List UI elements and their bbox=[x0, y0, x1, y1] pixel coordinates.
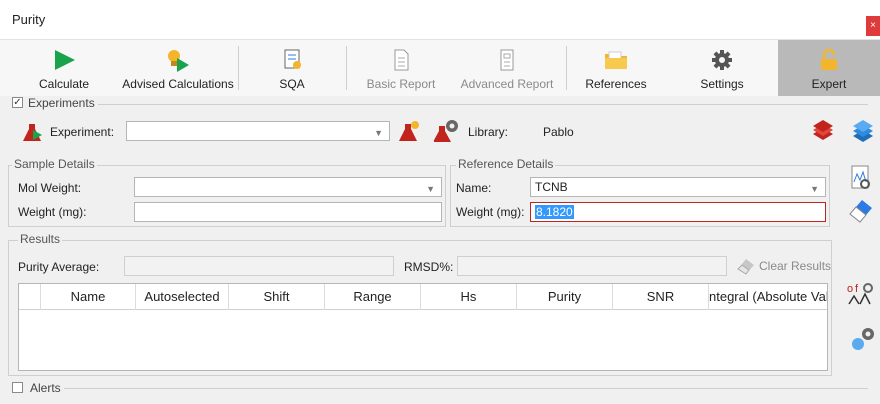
mol-weight-label: Mol Weight: bbox=[18, 181, 82, 195]
reference-weight-input[interactable]: 8.1820 bbox=[530, 202, 826, 222]
library-books-icon[interactable] bbox=[810, 120, 836, 144]
reference-name-value: TCNB bbox=[535, 180, 568, 194]
column-header-purity[interactable]: Purity bbox=[517, 284, 613, 310]
sqa-icon bbox=[284, 49, 301, 69]
eraser-icon[interactable] bbox=[846, 196, 876, 224]
basic-report-label: Basic Report bbox=[366, 77, 436, 91]
toolbar-separator bbox=[238, 46, 239, 90]
column-header-snr[interactable]: SNR bbox=[613, 284, 709, 310]
title-bar: Purity × bbox=[0, 0, 880, 40]
column-header-range[interactable]: Range bbox=[325, 284, 421, 310]
svg-text:f: f bbox=[855, 283, 859, 295]
chevron-down-icon: ▼ bbox=[426, 184, 435, 194]
column-header-name[interactable]: Name bbox=[41, 284, 136, 310]
rmsd-label: RMSD%: bbox=[404, 260, 454, 274]
toolbar-separator bbox=[346, 46, 347, 90]
experiments-header: Experiments bbox=[28, 96, 95, 110]
settings-label: Settings bbox=[700, 77, 744, 91]
chevron-down-icon: ▼ bbox=[374, 128, 383, 138]
sample-weight-label: Weight (mg): bbox=[18, 205, 87, 219]
experiment-select[interactable]: ▼ bbox=[126, 121, 390, 141]
calculate-button[interactable]: Calculate bbox=[20, 40, 108, 96]
reference-name-label: Name: bbox=[456, 181, 492, 195]
expert-label: Expert bbox=[811, 77, 847, 91]
chevron-down-icon: ▼ bbox=[810, 184, 819, 194]
advised-label: Advised Calculations bbox=[122, 77, 234, 91]
sample-weight-input[interactable] bbox=[134, 202, 442, 222]
column-header-autoselected[interactable]: Autoselected bbox=[136, 284, 229, 310]
spectrum-search-icon[interactable] bbox=[848, 164, 874, 192]
reference-weight-label: Weight (mg): bbox=[456, 205, 525, 219]
library-label: Library: bbox=[468, 125, 509, 139]
advised-calc-icon bbox=[168, 50, 189, 72]
library-value: Pablo bbox=[543, 125, 574, 139]
experiments-checkbox[interactable]: ✓ bbox=[12, 97, 23, 108]
experiment-settings-icon[interactable] bbox=[434, 118, 460, 144]
add-experiment-icon[interactable] bbox=[398, 120, 420, 144]
sqa-button[interactable]: SQA bbox=[254, 40, 330, 96]
advanced-report-icon bbox=[500, 49, 514, 71]
row-indicator-header bbox=[19, 284, 41, 310]
window-title: Purity bbox=[12, 12, 46, 27]
clear-results-button[interactable]: Clear Results bbox=[736, 256, 832, 276]
layers-icon[interactable] bbox=[850, 120, 876, 144]
column-header-shift[interactable]: Shift bbox=[229, 284, 325, 310]
folder-icon bbox=[605, 51, 627, 69]
experiment-flask-icon bbox=[23, 124, 42, 141]
column-header-hs[interactable]: Hs bbox=[421, 284, 517, 310]
lock-icon bbox=[821, 48, 837, 70]
clear-results-label: Clear Results bbox=[759, 259, 832, 273]
experiments-divider bbox=[98, 104, 868, 105]
close-button[interactable]: × bbox=[866, 16, 880, 36]
basic-report-icon bbox=[394, 49, 409, 71]
toolbar: Calculate Advised Calculations SQA Basic… bbox=[0, 40, 880, 96]
advanced-report-button[interactable]: Advanced Report bbox=[456, 40, 558, 96]
reference-details-legend: Reference Details bbox=[456, 157, 556, 171]
reference-name-select[interactable]: TCNB ▼ bbox=[530, 177, 826, 197]
svg-text:o: o bbox=[847, 283, 853, 295]
experiment-label: Experiment: bbox=[50, 125, 115, 139]
results-table[interactable]: Name Autoselected Shift Range Hs Purity … bbox=[18, 283, 828, 371]
play-icon bbox=[55, 50, 75, 70]
expert-button[interactable]: Expert bbox=[778, 40, 880, 96]
peak-pick-icon[interactable]: o f bbox=[846, 280, 874, 308]
analysis-settings-icon[interactable] bbox=[848, 326, 876, 354]
calculate-label: Calculate bbox=[38, 77, 90, 91]
advanced-report-label: Advanced Report bbox=[460, 77, 554, 91]
alerts-checkbox[interactable] bbox=[12, 382, 23, 393]
toolbar-separator bbox=[566, 46, 567, 90]
basic-report-button[interactable]: Basic Report bbox=[356, 40, 446, 96]
settings-button[interactable]: Settings bbox=[684, 40, 760, 96]
advised-calculations-button[interactable]: Advised Calculations bbox=[118, 40, 238, 96]
purity-average-field bbox=[124, 256, 394, 276]
sample-details-legend: Sample Details bbox=[12, 157, 97, 171]
gear-icon bbox=[712, 50, 732, 70]
references-button[interactable]: References bbox=[576, 40, 656, 96]
eraser-icon bbox=[737, 259, 754, 275]
alerts-header: Alerts bbox=[30, 381, 61, 395]
results-legend: Results bbox=[18, 232, 63, 246]
column-header-integral[interactable]: ntegral (Absolute Value bbox=[709, 284, 827, 310]
results-table-header: Name Autoselected Shift Range Hs Purity … bbox=[19, 284, 827, 310]
rmsd-field bbox=[457, 256, 727, 276]
mol-weight-select[interactable]: ▼ bbox=[134, 177, 442, 197]
purity-average-label: Purity Average: bbox=[18, 260, 100, 274]
references-label: References bbox=[585, 77, 647, 91]
alerts-divider bbox=[64, 388, 868, 389]
reference-weight-value: 8.1820 bbox=[535, 205, 574, 219]
sqa-label: SQA bbox=[279, 77, 305, 91]
